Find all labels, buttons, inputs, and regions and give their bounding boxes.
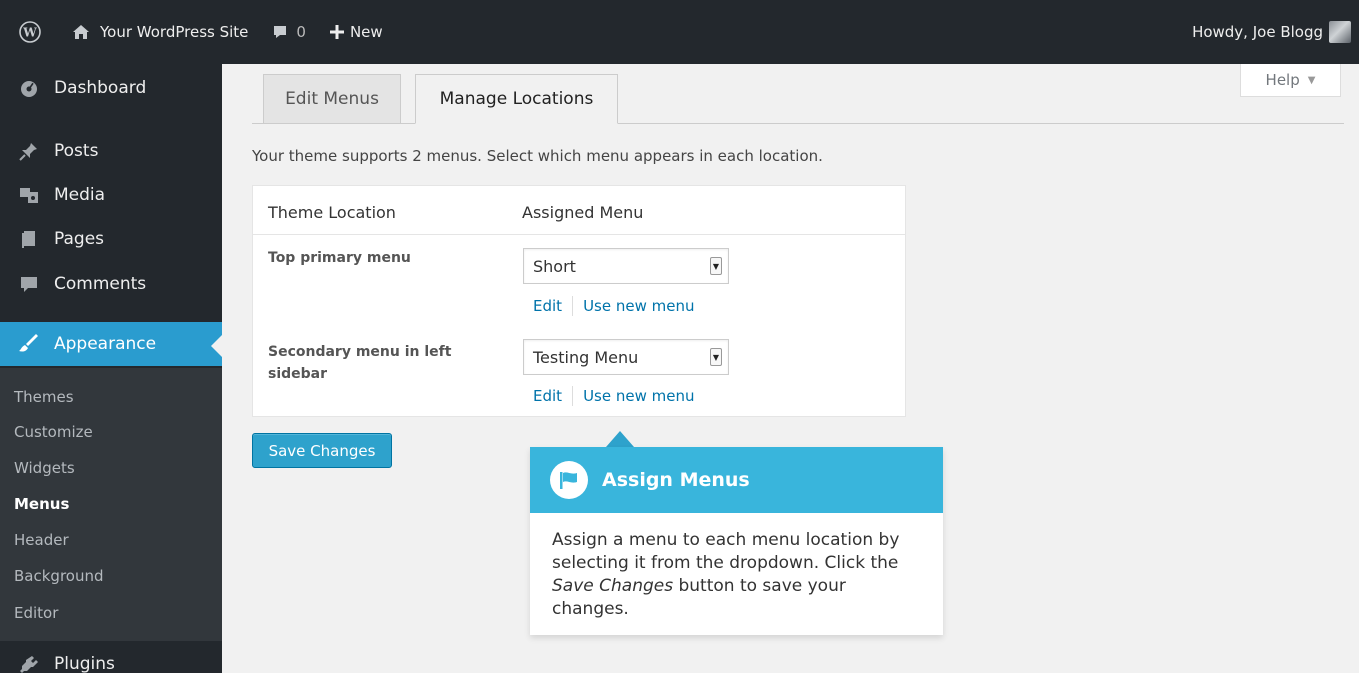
column-header-theme-location: Theme Location	[268, 203, 396, 222]
appearance-submenu: Themes Customize Widgets Menus Header Ba…	[0, 368, 222, 641]
pages-icon	[18, 228, 40, 250]
submenu-item-customize[interactable]: Customize	[14, 423, 93, 441]
submenu-item-editor[interactable]: Editor	[14, 604, 58, 622]
help-tab-button[interactable]: Help ▼	[1240, 64, 1341, 97]
pointer-text-start: Assign a menu to each menu location by s…	[552, 530, 900, 573]
pin-icon	[18, 140, 40, 162]
sidebar-item-label: Pages	[54, 229, 105, 249]
admin-bar: W Your WordPress Site 0 New Howdy, Joe B…	[0, 0, 1359, 64]
wordpress-icon: W	[19, 21, 41, 43]
use-new-menu-link[interactable]: Use new menu	[583, 297, 694, 315]
row-actions: Edit Use new menu	[533, 386, 694, 406]
plug-icon	[18, 653, 40, 673]
row-actions: Edit Use new menu	[533, 296, 694, 316]
help-label: Help	[1265, 71, 1300, 89]
edit-menu-link[interactable]: Edit	[533, 387, 562, 405]
active-indicator	[211, 335, 222, 357]
submenu-item-header[interactable]: Header	[14, 531, 69, 549]
sidebar-item-posts[interactable]: Posts	[0, 129, 222, 173]
account-menu[interactable]: Howdy, Joe Blogg	[1192, 0, 1351, 64]
avatar	[1329, 21, 1351, 43]
sidebar-item-comments[interactable]: Comments	[0, 262, 222, 306]
pointer-header: Assign Menus	[530, 447, 943, 513]
comment-icon	[18, 273, 40, 295]
home-icon	[73, 25, 89, 39]
site-name: Your WordPress Site	[100, 23, 249, 41]
new-label: New	[349, 23, 383, 41]
media-icon	[18, 184, 40, 206]
comments-count: 0	[296, 23, 306, 41]
sidebar-item-label: Media	[54, 185, 106, 205]
svg-text:W: W	[22, 26, 37, 40]
use-new-menu-link[interactable]: Use new menu	[583, 387, 694, 405]
wordpress-logo-button[interactable]: W	[0, 0, 60, 64]
menu-select-secondary[interactable]: Testing Menu ▼	[523, 339, 729, 375]
plus-icon	[329, 25, 344, 39]
new-content-link[interactable]: New	[318, 0, 395, 64]
flag-icon	[550, 461, 588, 499]
column-header-assigned-menu: Assigned Menu	[522, 203, 644, 222]
tab-manage-locations[interactable]: Manage Locations	[415, 74, 618, 124]
brush-icon	[18, 333, 40, 355]
assign-menus-pointer: Assign Menus Assign a menu to each menu …	[530, 447, 943, 635]
submenu-item-background[interactable]: Background	[14, 567, 104, 585]
dashboard-icon	[18, 77, 40, 99]
menu-select-top-primary[interactable]: Short ▼	[523, 248, 729, 284]
link-separator	[572, 386, 574, 406]
location-label-secondary: Secondary menu in left sidebar	[268, 344, 452, 382]
sidebar-item-label: Posts	[54, 141, 99, 161]
howdy-text: Howdy, Joe Blogg	[1192, 23, 1323, 41]
selected-menu: Short	[533, 256, 576, 276]
selected-menu: Testing Menu	[533, 347, 639, 367]
comments-link[interactable]: 0	[260, 0, 318, 64]
dropdown-arrow-icon: ▼	[710, 348, 722, 366]
location-label-top-primary: Top primary menu	[268, 250, 411, 266]
edit-menu-link[interactable]: Edit	[533, 297, 562, 315]
pointer-title: Assign Menus	[602, 469, 750, 491]
pointer-text-emphasis: Save Changes	[552, 576, 674, 596]
sidebar-item-plugins[interactable]: Plugins	[0, 642, 222, 673]
submenu-item-themes[interactable]: Themes	[14, 388, 74, 406]
caret-down-icon: ▼	[1307, 74, 1316, 86]
header-divider	[253, 234, 905, 235]
dropdown-arrow-icon: ▼	[710, 257, 722, 275]
locations-description: Your theme supports 2 menus. Select whic…	[252, 147, 823, 165]
save-changes-button[interactable]: Save Changes	[252, 433, 392, 468]
tab-edit-menus[interactable]: Edit Menus	[263, 74, 401, 124]
sidebar-item-media[interactable]: Media	[0, 173, 222, 217]
menu-locations-table: Theme Location Assigned Menu Top primary…	[252, 185, 906, 417]
admin-sidebar: Dashboard Posts Media Pages Comments App…	[0, 64, 222, 673]
sidebar-item-label: Appearance	[54, 334, 157, 354]
submenu-item-widgets[interactable]: Widgets	[14, 459, 75, 477]
submenu-item-menus[interactable]: Menus	[14, 495, 69, 513]
sidebar-item-pages[interactable]: Pages	[0, 217, 222, 261]
pointer-content: Assign a menu to each menu location by s…	[552, 529, 922, 621]
sidebar-item-label: Dashboard	[54, 78, 147, 98]
site-name-link[interactable]: Your WordPress Site	[60, 0, 260, 64]
sidebar-item-dashboard[interactable]: Dashboard	[0, 66, 222, 110]
sidebar-item-label: Plugins	[54, 654, 115, 673]
sidebar-item-appearance[interactable]: Appearance	[0, 322, 222, 366]
sidebar-item-label: Comments	[54, 274, 147, 294]
comment-bubble-icon	[274, 26, 287, 38]
link-separator	[572, 296, 574, 316]
pointer-arrow	[606, 431, 634, 447]
